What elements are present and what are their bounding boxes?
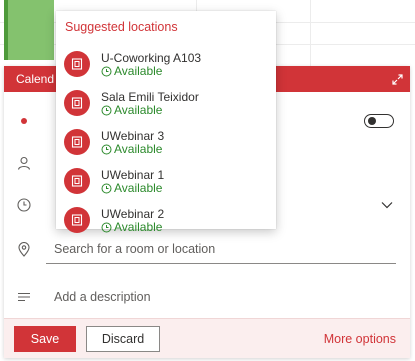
text-lines-icon [16, 289, 32, 305]
suggestion-status-text: Available [114, 64, 163, 78]
more-options-link[interactable]: More options [324, 332, 400, 346]
room-icon [64, 51, 90, 77]
suggestion-status-text: Available [114, 103, 163, 117]
suggestion-item[interactable]: UWebinar 1 Available [56, 164, 276, 202]
suggested-locations-dropdown: Suggested locations U-Coworking A103 Ava… [56, 11, 276, 234]
description-placeholder[interactable]: Add a description [46, 290, 151, 304]
room-icon [64, 129, 90, 155]
suggestion-name: Sala Emili Teixidor [101, 90, 199, 104]
card-header-title: Calend [16, 72, 55, 86]
clock-icon [101, 183, 112, 194]
suggestion-status: Available [101, 64, 162, 78]
discard-button[interactable]: Discard [86, 325, 160, 352]
save-button[interactable]: Save [14, 325, 76, 352]
clock-icon [101, 222, 112, 233]
card-footer: Save Discard More options [4, 318, 410, 358]
suggestion-status: Available [101, 181, 162, 195]
calendar-event-block[interactable] [4, 0, 54, 60]
suggestion-status-text: Available [114, 142, 163, 156]
description-row[interactable]: Add a description [4, 282, 410, 312]
suggestion-name: UWebinar 1 [101, 168, 165, 182]
room-icon [64, 168, 90, 194]
chevron-down-icon[interactable] [380, 198, 394, 212]
suggestion-status: Available [101, 142, 162, 156]
suggestion-item[interactable]: Sala Emili Teixidor Available [56, 86, 276, 124]
suggestion-item[interactable]: UWebinar 3 Available [56, 125, 276, 163]
suggestion-status-text: Available [114, 220, 163, 234]
clock-icon [16, 197, 32, 213]
suggestion-name: UWebinar 3 [101, 129, 165, 143]
suggestion-status: Available [101, 103, 162, 117]
room-icon [64, 207, 90, 233]
clock-icon [101, 66, 112, 77]
clock-icon [101, 105, 112, 116]
suggestion-item[interactable]: U-Coworking A103 Available [56, 47, 276, 85]
suggestion-name: U-Coworking A103 [101, 51, 202, 65]
location-pin-icon [16, 241, 32, 257]
red-dot-icon [16, 113, 32, 129]
clock-icon [101, 144, 112, 155]
suggestion-name: UWebinar 2 [101, 207, 165, 221]
expand-icon[interactable] [390, 72, 404, 86]
grid-line [310, 0, 311, 66]
suggestion-status-text: Available [114, 181, 163, 195]
suggestion-item[interactable]: UWebinar 2 Available [56, 203, 276, 241]
person-icon [16, 155, 32, 171]
dropdown-title: Suggested locations [65, 20, 178, 34]
all-day-toggle[interactable] [364, 114, 394, 128]
room-icon [64, 90, 90, 116]
suggestion-status: Available [101, 220, 162, 234]
